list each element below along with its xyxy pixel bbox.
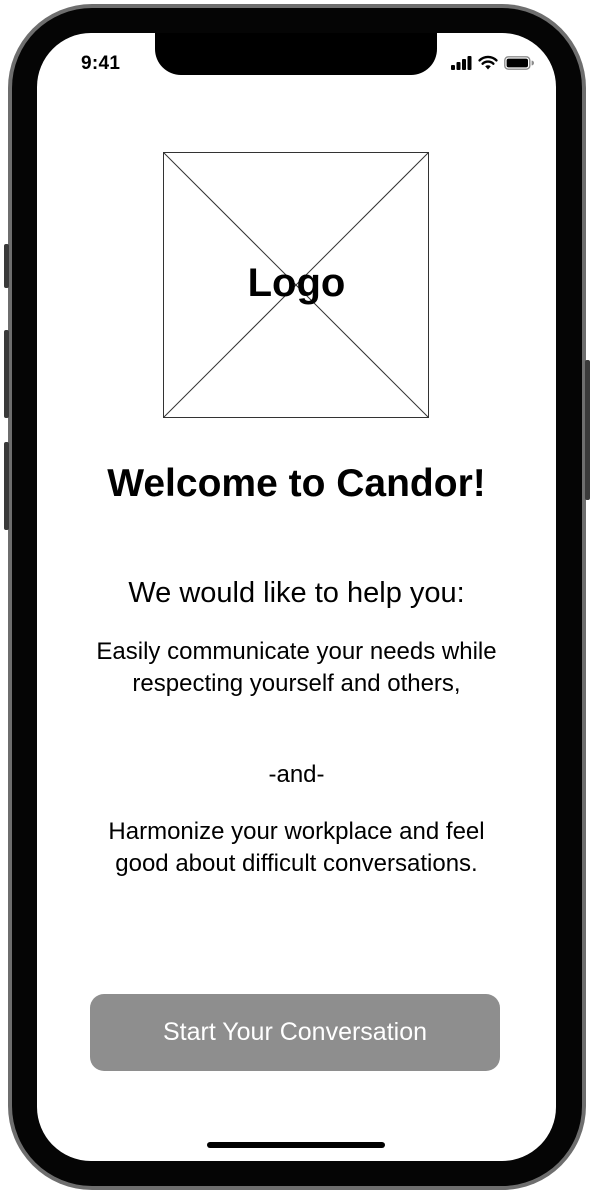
intro-subtitle: We would like to help you: bbox=[128, 577, 465, 609]
silent-switch bbox=[4, 244, 9, 288]
start-conversation-button[interactable]: Start Your Conversation bbox=[90, 994, 500, 1071]
benefit-two-text: Harmonize your workplace and feel good a… bbox=[108, 818, 485, 877]
and-separator: -and- bbox=[268, 761, 325, 788]
wifi-icon bbox=[478, 55, 498, 70]
status-time: 9:41 bbox=[81, 53, 121, 74]
signal-icon bbox=[451, 55, 472, 70]
notch bbox=[155, 33, 437, 75]
home-indicator bbox=[207, 1142, 385, 1148]
benefit-one-text: Easily communicate your needs while resp… bbox=[96, 638, 497, 697]
logo-label: Logo bbox=[247, 261, 346, 305]
status-icons bbox=[451, 55, 534, 70]
battery-icon bbox=[504, 55, 534, 70]
volume-down-button bbox=[4, 442, 9, 530]
page-title: Welcome to Candor! bbox=[107, 462, 486, 505]
power-button bbox=[585, 360, 590, 500]
app-screen: 9:41 Logo Welcome to Candor! We would li… bbox=[37, 33, 556, 1161]
volume-up-button bbox=[4, 330, 9, 418]
